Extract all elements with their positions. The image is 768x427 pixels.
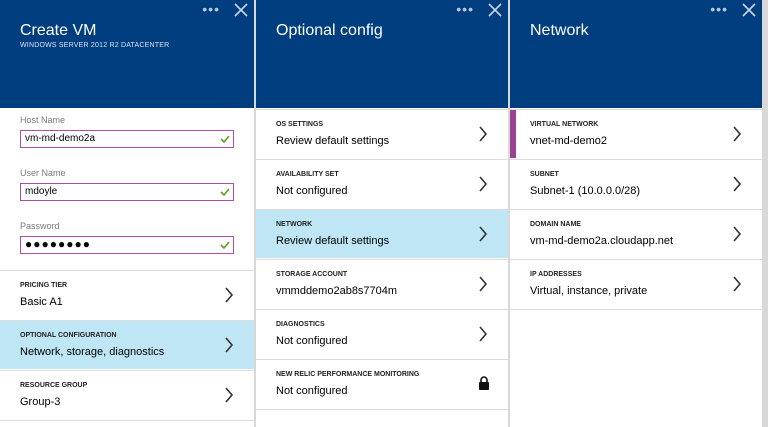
new-relic-monitoring-label: NEW RELIC PERFORMANCE MONITORING: [276, 371, 420, 378]
diagnostics-row[interactable]: DIAGNOSTICS Not configured: [256, 309, 508, 358]
network-label: NETWORK: [276, 221, 313, 228]
pricing-tier-row[interactable]: PRICING TIER Basic A1: [0, 270, 254, 319]
storage-account-row[interactable]: STORAGE ACCOUNT vmmddemo2ab8s7704m: [256, 259, 508, 308]
host-name-label: Host Name: [20, 115, 66, 125]
virtual-network-value: vnet-md-demo2: [530, 135, 608, 147]
password-value: ●●●●●●●●: [25, 237, 91, 251]
blade-subtitle: WINDOWS SERVER 2012 R2 DATACENTER: [20, 42, 170, 49]
resource-group-label: RESOURCE GROUP: [20, 382, 88, 389]
close-icon[interactable]: [234, 3, 248, 17]
new-relic-monitoring-row[interactable]: NEW RELIC PERFORMANCE MONITORING Not con…: [256, 359, 508, 408]
user-name-value: mdoyle: [25, 186, 58, 197]
subnet-label: SUBNET: [530, 171, 559, 178]
subnet-value: Subnet-1 (10.0.0.0/28): [530, 185, 641, 197]
os-settings-value: Review default settings: [276, 135, 390, 147]
ip-addresses-label: IP ADDRESSES: [530, 271, 582, 278]
chevron-right-icon: [479, 276, 488, 292]
virtual-network-label: VIRTUAL NETWORK: [530, 121, 599, 128]
chevron-right-icon: [225, 287, 234, 303]
optional-config-header: Optional config •••: [256, 0, 508, 108]
optional-configuration-label: OPTIONAL CONFIGURATION: [20, 332, 117, 339]
os-settings-row[interactable]: OS SETTINGS Review default settings: [256, 109, 508, 158]
chevron-right-icon: [479, 176, 488, 192]
chevron-right-icon: [225, 387, 234, 403]
network-blade: Network ••• VIRTUAL NETWORK vnet-md-demo…: [510, 0, 762, 427]
availability-set-value: Not configured: [276, 185, 348, 197]
chevron-right-icon: [733, 126, 742, 142]
chevron-right-icon: [479, 226, 488, 242]
availability-set-row[interactable]: AVAILABILITY SET Not configured: [256, 159, 508, 208]
pricing-tier-label: PRICING TIER: [20, 282, 68, 289]
network-value: Review default settings: [276, 235, 390, 247]
password-label: Password: [20, 221, 60, 231]
storage-account-value: vmmddemo2ab8s7704m: [276, 285, 398, 297]
domain-name-row[interactable]: DOMAIN NAME vm-md-demo2a.cloudapp.net: [510, 209, 762, 258]
subnet-row[interactable]: SUBNET Subnet-1 (10.0.0.0/28): [510, 159, 762, 208]
pricing-tier-value: Basic A1: [20, 296, 63, 308]
os-settings-label: OS SETTINGS: [276, 121, 324, 128]
user-name-input[interactable]: mdoyle: [20, 183, 234, 201]
close-icon[interactable]: [742, 3, 756, 17]
chevron-right-icon: [479, 126, 488, 142]
more-options-icon[interactable]: •••: [202, 1, 220, 17]
chevron-right-icon: [733, 176, 742, 192]
host-name-value: vm-md-demo2a: [25, 133, 96, 144]
lock-icon: [479, 376, 489, 390]
network-header: Network •••: [510, 0, 762, 108]
chevron-right-icon: [479, 326, 488, 342]
network-row[interactable]: NETWORK Review default settings: [256, 209, 508, 258]
blade-title: Network: [530, 22, 589, 39]
chevron-right-icon: [225, 337, 234, 353]
more-options-icon[interactable]: •••: [710, 1, 728, 17]
blade-title: Create VM: [20, 22, 97, 39]
create-vm-blade: Create VM WINDOWS SERVER 2012 R2 DATACEN…: [0, 0, 254, 427]
diagnostics-label: DIAGNOSTICS: [276, 321, 325, 328]
optional-configuration-row[interactable]: OPTIONAL CONFIGURATION Network, storage,…: [0, 320, 254, 369]
diagnostics-value: Not configured: [276, 335, 348, 347]
ip-addresses-value: Virtual, instance, private: [530, 285, 648, 297]
domain-name-label: DOMAIN NAME: [530, 221, 581, 228]
ip-addresses-row[interactable]: IP ADDRESSES Virtual, instance, private: [510, 259, 762, 308]
domain-name-value: vm-md-demo2a.cloudapp.net: [530, 235, 674, 247]
check-icon: [220, 241, 230, 250]
host-name-input[interactable]: vm-md-demo2a: [20, 130, 234, 148]
availability-set-label: AVAILABILITY SET: [276, 171, 339, 178]
divider: [0, 420, 254, 421]
resource-group-row[interactable]: RESOURCE GROUP Group-3: [0, 370, 254, 419]
resource-group-value: Group-3: [20, 396, 61, 408]
storage-account-label: STORAGE ACCOUNT: [276, 271, 348, 278]
required-indicator: [510, 110, 516, 158]
chevron-right-icon: [733, 276, 742, 292]
blade-title: Optional config: [276, 22, 383, 39]
check-icon: [220, 135, 230, 144]
optional-configuration-value: Network, storage, diagnostics: [20, 346, 165, 358]
virtual-network-row[interactable]: VIRTUAL NETWORK vnet-md-demo2: [510, 109, 762, 158]
optional-config-blade: Optional config ••• OS SETTINGS Review d…: [256, 0, 508, 427]
chevron-right-icon: [733, 226, 742, 242]
check-icon: [220, 188, 230, 197]
new-relic-monitoring-value: Not configured: [276, 385, 348, 397]
more-options-icon[interactable]: •••: [456, 1, 474, 17]
password-input[interactable]: ●●●●●●●●: [20, 236, 234, 254]
divider: [510, 309, 762, 310]
create-vm-header: Create VM WINDOWS SERVER 2012 R2 DATACEN…: [0, 0, 254, 108]
close-icon[interactable]: [488, 3, 502, 17]
divider: [256, 409, 508, 410]
user-name-label: User Name: [20, 168, 66, 178]
